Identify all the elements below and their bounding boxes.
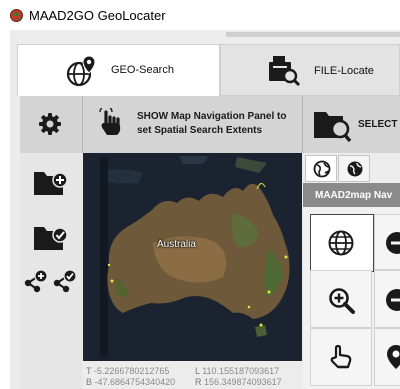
coord-top-value: -5.2266780212765: [93, 366, 170, 376]
file-search-icon: [267, 54, 301, 93]
tab-globe-nav[interactable]: [305, 155, 337, 182]
app-icon: [10, 9, 23, 22]
pan-hand-icon: [329, 343, 355, 376]
coord-left: L 110.155187093617: [195, 366, 279, 376]
coord-bottom-value: -47.6864754340420: [94, 377, 176, 387]
pin-button[interactable]: [374, 328, 400, 386]
zoom-out-button[interactable]: [374, 214, 400, 270]
folder-add-icon[interactable]: [33, 169, 69, 202]
map-view[interactable]: [83, 153, 302, 361]
share-add-icon[interactable]: [24, 269, 50, 298]
zoom-in-icon: [328, 287, 356, 320]
divider: [82, 96, 83, 153]
coord-left-label: L: [195, 366, 200, 376]
tab-file-locate[interactable]: FILE-Locate: [220, 44, 400, 96]
folder-check-icon[interactable]: [33, 224, 69, 257]
nav-text-line1: SHOW Map Navigation Panel to: [137, 111, 287, 122]
pan-button[interactable]: [310, 328, 372, 386]
coord-top: T -5.2266780212765: [86, 366, 169, 376]
coord-bottom-label: B: [86, 377, 93, 387]
zoom-out-button-2[interactable]: [374, 270, 400, 328]
tab-geo-search[interactable]: GEO-Search: [17, 44, 220, 96]
globe-view-button[interactable]: [310, 214, 374, 272]
tab-geo-search-label: GEO-Search: [111, 64, 174, 76]
coord-top-label: T: [86, 366, 92, 376]
tab-file-locate-label: FILE-Locate: [314, 65, 374, 77]
nav-panel-title: MAAD2map Nav: [315, 190, 393, 201]
coord-bottom: B -47.6864754340420: [86, 377, 175, 387]
select-button-label[interactable]: SELECT C: [358, 119, 400, 130]
scrollbar[interactable]: [226, 32, 400, 37]
hand-pointer-icon[interactable]: [97, 105, 125, 143]
pin-icon: [385, 343, 400, 376]
globe-icon: [327, 229, 355, 262]
globe-nav-icon: [313, 160, 331, 183]
coord-right-label: R: [195, 377, 202, 387]
folder-search-icon[interactable]: [312, 108, 352, 149]
nav-panel-toggle[interactable]: SHOW Map Navigation Panel to set Spatial…: [137, 110, 297, 138]
nav-text-line2: set Spatial Search Extents: [137, 125, 263, 136]
minus-icon: [386, 232, 400, 259]
share-check-icon[interactable]: [53, 269, 79, 298]
globe-dark-icon: [346, 160, 364, 183]
tab-globe-dark[interactable]: [338, 155, 370, 182]
zoom-in-button[interactable]: [310, 270, 372, 328]
gear-icon[interactable]: [38, 112, 62, 141]
divider: [302, 96, 303, 153]
globe-pin-icon: [64, 53, 100, 94]
map-region-label: Australia: [157, 239, 196, 250]
coord-right: R 156.349874093617: [195, 377, 282, 387]
window-title: MAAD2GO GeoLocater: [29, 8, 166, 23]
coord-right-value: 156.349874093617: [204, 377, 282, 387]
minus-icon: [386, 289, 400, 316]
coord-left-value: 110.155187093617: [202, 366, 280, 376]
